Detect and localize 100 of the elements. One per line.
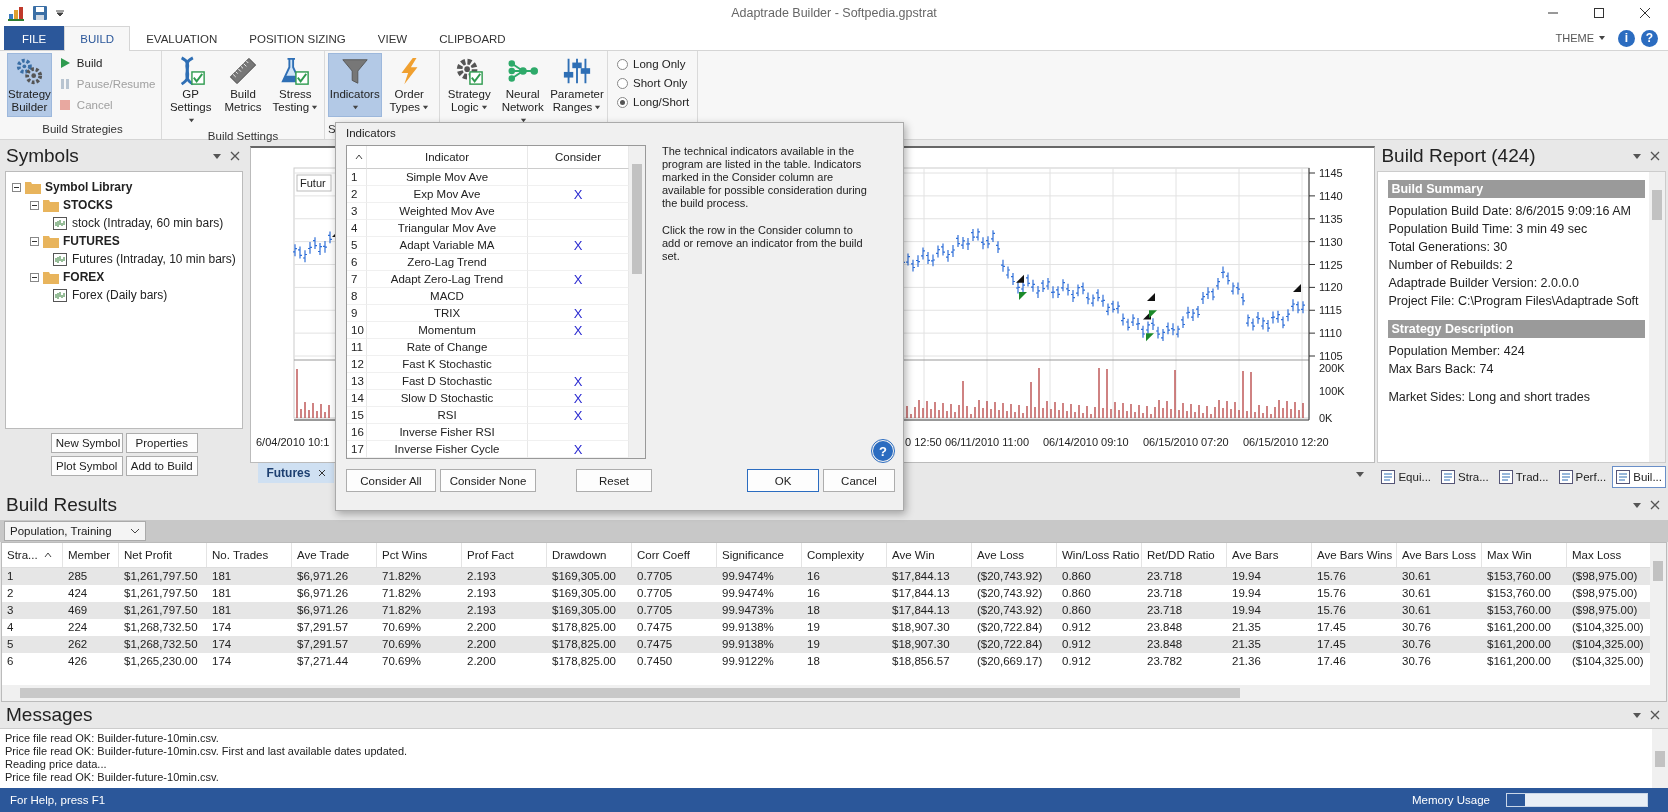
tree-item[interactable]: Forex (Daily bars) xyxy=(72,288,168,302)
collapse-icon[interactable] xyxy=(30,200,39,210)
tree-item[interactable]: Futures (Intraday, 10 min bars) xyxy=(72,252,236,266)
ribbon-tab[interactable]: VIEW xyxy=(361,26,424,50)
column-header[interactable]: Significance xyxy=(717,542,802,567)
ribbon-button[interactable]: Strategy Logic xyxy=(443,53,496,117)
close-icon[interactable] xyxy=(1650,151,1660,161)
panel-button[interactable]: New Symbol xyxy=(50,433,123,453)
panel-tab[interactable]: Equi... xyxy=(1377,466,1436,488)
dropdown-icon[interactable] xyxy=(1632,710,1642,720)
column-header[interactable]: Ave Bars xyxy=(1227,542,1312,567)
ribbon-tab[interactable]: CLIPBOARD xyxy=(423,26,522,50)
ribbon-button[interactable]: Neural Network xyxy=(496,53,549,130)
table-cell[interactable]: Zero-Lag Trend xyxy=(367,254,528,271)
ribbon-button[interactable]: Strategy Builder xyxy=(7,53,52,117)
tree-item[interactable]: FUTURES xyxy=(63,234,120,248)
table-cell[interactable]: Exp Mov Ave xyxy=(367,186,528,203)
dropdown-icon[interactable] xyxy=(1632,151,1642,161)
tree-item[interactable]: FOREX xyxy=(63,270,105,284)
panel-button[interactable]: Add to Build xyxy=(125,456,198,476)
help-icon[interactable]: ? xyxy=(1641,29,1658,47)
table-cell[interactable]: Adapt Variable MA xyxy=(367,237,528,254)
tree-item[interactable]: stock (Intraday, 60 min bars) xyxy=(72,216,224,230)
radio-button[interactable] xyxy=(617,77,628,89)
ribbon-button[interactable]: Indicators xyxy=(328,53,382,117)
scrollbar[interactable] xyxy=(629,146,645,458)
ribbon-tab[interactable]: POSITION SIZING xyxy=(233,26,362,50)
column-header[interactable]: Ave Bars Loss xyxy=(1397,542,1482,567)
save-icon[interactable] xyxy=(32,5,48,21)
theme-menu[interactable]: THEME xyxy=(1549,31,1612,45)
dialog-button[interactable]: Consider All xyxy=(346,469,436,492)
table-cell[interactable]: Inverse Fisher Cycle xyxy=(367,441,528,458)
ribbon-tab[interactable]: EVALUATION xyxy=(130,26,234,50)
ok-button[interactable]: OK xyxy=(747,469,819,492)
table-cell[interactable]: Slow D Stochastic xyxy=(367,390,528,407)
dropdown-icon[interactable] xyxy=(1355,469,1366,479)
help-icon[interactable]: ? xyxy=(873,441,893,461)
column-header[interactable]: Complexity xyxy=(802,542,887,567)
table-cell[interactable]: Rate of Change xyxy=(367,339,528,356)
column-header[interactable]: Indicator xyxy=(367,146,528,169)
filter-dropdown[interactable]: Population, Training xyxy=(4,520,146,541)
scrollbar[interactable] xyxy=(1652,729,1668,788)
column-header[interactable]: Drawdown xyxy=(547,542,632,567)
column-header[interactable]: Corr Coeff xyxy=(632,542,717,567)
scrollbar[interactable] xyxy=(1650,542,1666,701)
table-cell[interactable]: Inverse Fisher RSI xyxy=(367,424,528,441)
column-header[interactable]: Member xyxy=(63,542,119,567)
column-header[interactable]: Prof Fact xyxy=(462,542,547,567)
table-cell[interactable]: TRIX xyxy=(367,305,528,322)
table-cell[interactable]: Weighted Mov Ave xyxy=(367,203,528,220)
chart-tab[interactable]: Futures xyxy=(258,463,335,483)
ribbon-button[interactable]: GP Settings xyxy=(165,53,217,130)
scrollbar[interactable] xyxy=(2,685,1650,701)
column-header[interactable]: Ave Trade xyxy=(292,542,377,567)
cancel-button[interactable]: Cancel xyxy=(823,469,895,492)
close-icon[interactable] xyxy=(1650,500,1660,510)
table-cell[interactable]: MACD xyxy=(367,288,528,305)
table-cell[interactable]: Momentum xyxy=(367,322,528,339)
tree-item[interactable]: STOCKS xyxy=(63,198,113,212)
column-header[interactable]: Stra... xyxy=(2,542,63,567)
close-icon[interactable] xyxy=(318,469,327,477)
panel-button[interactable]: Plot Symbol xyxy=(50,456,123,476)
ribbon-button[interactable]: Build Metrics xyxy=(217,53,269,117)
dropdown-icon[interactable] xyxy=(1632,500,1642,510)
column-header[interactable]: Max Win xyxy=(1482,542,1567,567)
panel-button[interactable]: Properties xyxy=(125,433,198,453)
column-header[interactable]: Ave Win xyxy=(887,542,972,567)
table-cell[interactable]: Adapt Zero-Lag Trend xyxy=(367,271,528,288)
caret-icon[interactable] xyxy=(56,9,64,17)
ribbon-tab[interactable]: FILE xyxy=(4,26,65,50)
close-icon[interactable] xyxy=(1650,710,1660,720)
column-header[interactable]: Ret/DD Ratio xyxy=(1142,542,1227,567)
panel-tab[interactable]: Buil... xyxy=(1612,466,1666,488)
scrollbar[interactable] xyxy=(1649,172,1665,462)
ribbon-button[interactable]: Order Types xyxy=(382,53,436,117)
radio-button[interactable] xyxy=(617,58,628,70)
ribbon-tab[interactable]: BUILD xyxy=(64,26,131,51)
dialog-button[interactable]: Consider None xyxy=(440,469,536,492)
table-cell[interactable]: RSI xyxy=(367,407,528,424)
column-header[interactable]: Ave Loss xyxy=(972,542,1057,567)
table-cell[interactable]: Triangular Mov Ave xyxy=(367,220,528,237)
column-header[interactable]: Ave Bars Wins xyxy=(1312,542,1397,567)
table-cell[interactable]: Fast K Stochastic xyxy=(367,356,528,373)
dropdown-icon[interactable] xyxy=(212,151,223,161)
close-icon[interactable] xyxy=(230,151,241,161)
info-icon[interactable]: i xyxy=(1618,29,1635,47)
column-header[interactable]: No. Trades xyxy=(207,542,292,567)
radio-button[interactable] xyxy=(617,96,628,108)
collapse-icon[interactable] xyxy=(12,182,21,192)
collapse-icon[interactable] xyxy=(30,236,39,246)
column-header[interactable]: Net Profit xyxy=(119,542,207,567)
table-cell[interactable]: Simple Mov Ave xyxy=(367,169,528,186)
panel-tab[interactable]: Trad... xyxy=(1494,466,1553,488)
table-cell[interactable]: Fast D Stochastic xyxy=(367,373,528,390)
panel-tab[interactable]: Stra... xyxy=(1437,466,1493,488)
panel-tab[interactable]: Perf... xyxy=(1554,466,1611,488)
ribbon-button[interactable]: Build xyxy=(54,53,159,73)
column-header[interactable]: Pct Wins xyxy=(377,542,462,567)
ribbon-button[interactable]: Parameter Ranges xyxy=(550,53,604,117)
ribbon-button[interactable]: Stress Testing xyxy=(269,53,321,117)
